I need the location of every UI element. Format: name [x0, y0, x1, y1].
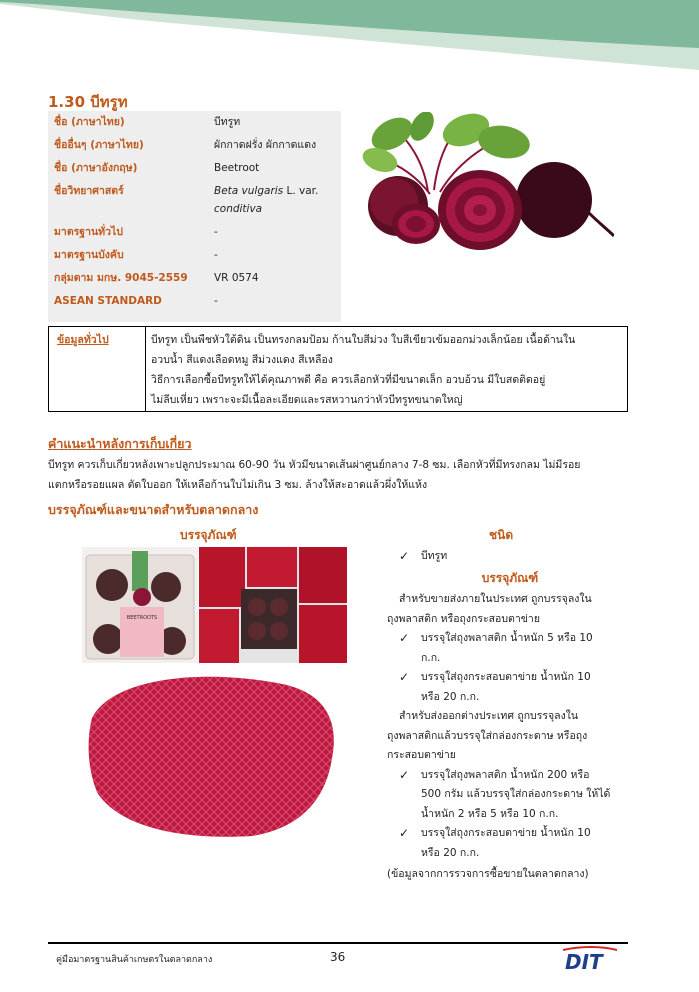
info-value: VR 0574: [208, 267, 341, 290]
info-value: -: [208, 221, 341, 244]
packaging-column-heading: บรรจุภัณฑ์: [180, 528, 237, 542]
export-item-line: บรรจุใส่ถุงกระสอบตาข่าย น้ำหนัก 10: [421, 827, 591, 839]
beetroot-photo: [362, 112, 614, 250]
mesh-sack-photo: [88, 676, 334, 837]
general-info-line: วิธีการเลือกซื้อบีทรูทให้ได้คุณภาพดี คือ…: [151, 374, 546, 386]
info-key: ชื่ออื่นๆ (ภาษาไทย): [48, 134, 208, 157]
packaging-title: บรรจุภัณฑ์และขนาดสำหรับตลาดกลาง: [48, 502, 259, 517]
product-info-table: ชื่อ (ภาษาไทย) บีทรูท ชื่ออื่นๆ (ภาษาไทย…: [48, 111, 341, 322]
info-key: กลุ่มตาม มกษ. 9045-2559: [48, 267, 208, 290]
domestic-item-line: หรือ 20 ก.ก.: [421, 690, 480, 703]
domestic-item: ✓ บรรจุใส่ถุงกระสอบตาข่าย น้ำหนัก 10 หรือ …: [387, 668, 633, 707]
sci-name-plain: L. var.: [283, 185, 319, 197]
info-key: มาตรฐานบังคับ: [48, 244, 208, 267]
check-icon: ✓: [399, 631, 410, 645]
plastic-bag-photo: BEETROOTS: [82, 547, 198, 663]
info-key: ASEAN STANDARD: [48, 290, 208, 322]
export-item-line: 500 กรัม แล้วบรรจุใส่กล่องกระดาษ ให้ได้: [421, 788, 611, 800]
check-icon: ✓: [399, 549, 410, 563]
general-info-label: ข้อมูลทั่วไป: [57, 334, 109, 346]
info-value: -: [208, 290, 341, 322]
domestic-line: สำหรับขายส่งภายในประเทศ ถูกบรรจุลงใน: [399, 593, 592, 605]
info-key: ชื่อ (ภาษาไทย): [48, 111, 208, 134]
bag-label-text: BEETROOTS: [127, 615, 157, 621]
export-line: ถุงพลาสติกแล้วบรรจุใส่กล่องกระดาษ หรือถุ…: [387, 729, 588, 742]
info-value: Beetroot: [208, 157, 341, 180]
info-value: บีทรูท: [208, 111, 341, 134]
info-row: ชื่อ (ภาษาอังกฤษ) Beetroot: [48, 157, 341, 180]
domestic-text: สำหรับขายส่งภายในประเทศ ถูกบรรจุลงใน: [387, 590, 633, 610]
footer-title: คู่มือมาตรฐานสินค้าเกษตรในตลาดกลาง: [56, 955, 213, 965]
export-line: สำหรับส่งออกต่างประเทศ ถูกบรรจุลงใน: [399, 710, 579, 722]
tray-packs-photo: [199, 547, 347, 663]
export-line: กระสอบตาข่าย: [387, 749, 456, 761]
check-icon: ✓: [399, 826, 410, 840]
info-row: ชื่ออื่นๆ (ภาษาไทย) ผักกาดฝรั่ง ผักกาดแด…: [48, 134, 341, 157]
info-row: กลุ่มตาม มกษ. 9045-2559 VR 0574: [48, 267, 341, 290]
sci-name-genus: Beta vulgaris: [214, 185, 284, 197]
general-info-label-cell: ข้อมูลทั่วไป: [49, 327, 146, 411]
domestic-line: ถุงพลาสติก หรือถุงกระสอบตาข่าย: [387, 612, 540, 625]
check-icon: ✓: [399, 670, 410, 684]
export-item-line: บรรจุใส่ถุงพลาสติก น้ำหนัก 200 หรือ: [421, 768, 590, 781]
info-row: ชื่อวิทยาศาสตร์ Beta vulgaris L. var. con…: [48, 180, 341, 221]
export-text: สำหรับส่งออกต่างประเทศ ถูกบรรจุลงใน: [387, 707, 633, 727]
domestic-item-line: ก.ก.: [421, 651, 441, 664]
info-value: ผักกาดฝรั่ง ผักกาดแดง: [208, 134, 341, 157]
harvest-text: บีทรูท ควรเก็บเกี่ยวหลังเพาะปลูกประมาณ 6…: [48, 455, 630, 495]
domestic-item-line: บรรจุใส่ถุงกระสอบตาข่าย น้ำหนัก 10: [421, 671, 591, 683]
general-info-box: ข้อมูลทั่วไป บีทรูท เป็นพืชหัวใต้ดิน เป็…: [48, 326, 628, 412]
export-item: ✓ บรรจุใส่ถุงกระสอบตาข่าย น้ำหนัก 10 หรือ …: [387, 824, 633, 863]
dit-logo-text: DIT: [565, 950, 604, 972]
general-info-line: อวบน้ำ สีแดงเลือดหมู สีม่วงแดง สีเหลือง: [151, 354, 333, 366]
info-row: มาตรฐานบังคับ -: [48, 244, 341, 267]
info-value: Beta vulgaris L. var. conditiva: [208, 180, 341, 221]
general-info-line: ไม่ลีบเหี่ยว เพราะจะมีเนื้อละเอียดและรสห…: [151, 394, 463, 406]
domestic-item: ✓ บรรจุใส่ถุงพลาสติก น้ำหนัก 5 หรือ 10 ก.ก…: [387, 629, 633, 668]
export-item: ✓ บรรจุใส่ถุงพลาสติก น้ำหนัก 200 หรือ 500 …: [387, 766, 633, 825]
type-column-heading: ชนิด: [489, 528, 514, 542]
page-number: 36: [330, 950, 346, 964]
packaging-details: ✓ บีทรูท บรรจุภัณฑ์ สำหรับขายส่งภายในประเ…: [387, 547, 633, 885]
harvest-line: แตกหรือรอยแผล ตัดใบออก ให้เหลือก้านใบไม่…: [48, 479, 428, 491]
type-item-text: บีทรูท: [421, 550, 448, 562]
type-item: ✓ บีทรูท: [387, 547, 633, 567]
dit-logo: DIT: [562, 946, 618, 972]
general-info-line: บีทรูท เป็นพืชหัวใต้ดิน เป็นทรงกลมป้อม ก…: [151, 334, 576, 346]
harvest-title: คำแนะนำหลังการเก็บเกี่ยว: [48, 436, 192, 451]
info-row: มาตรฐานทั่วไป -: [48, 221, 341, 244]
info-value: -: [208, 244, 341, 267]
footer-divider: [48, 942, 628, 944]
sci-name-variety: conditiva: [214, 203, 263, 215]
info-key: ชื่อ (ภาษาอังกฤษ): [48, 157, 208, 180]
general-info-text: บีทรูท เป็นพืชหัวใต้ดิน เป็นทรงกลมป้อม ก…: [151, 330, 619, 410]
export-item-line: น้ำหนัก 2 หรือ 5 หรือ 10 ก.ก.: [421, 807, 559, 820]
source-note: (ข้อมูลจากการรวจการซื้อขายในตลาดกลาง): [387, 868, 589, 880]
info-key: ชื่อวิทยาศาสตร์: [48, 180, 208, 221]
domestic-item-line: บรรจุใส่ถุงพลาสติก น้ำหนัก 5 หรือ 10: [421, 632, 593, 644]
header-band: [0, 0, 699, 70]
info-row: ASEAN STANDARD -: [48, 290, 341, 322]
check-icon: ✓: [399, 767, 410, 782]
info-row: ชื่อ (ภาษาไทย) บีทรูท: [48, 111, 341, 134]
harvest-line: บีทรูท ควรเก็บเกี่ยวหลังเพาะปลูกประมาณ 6…: [48, 459, 581, 471]
info-key: มาตรฐานทั่วไป: [48, 221, 208, 244]
export-item-line: หรือ 20 ก.ก.: [421, 846, 480, 859]
packaging-subtitle: บรรจุภัณฑ์: [481, 570, 539, 585]
